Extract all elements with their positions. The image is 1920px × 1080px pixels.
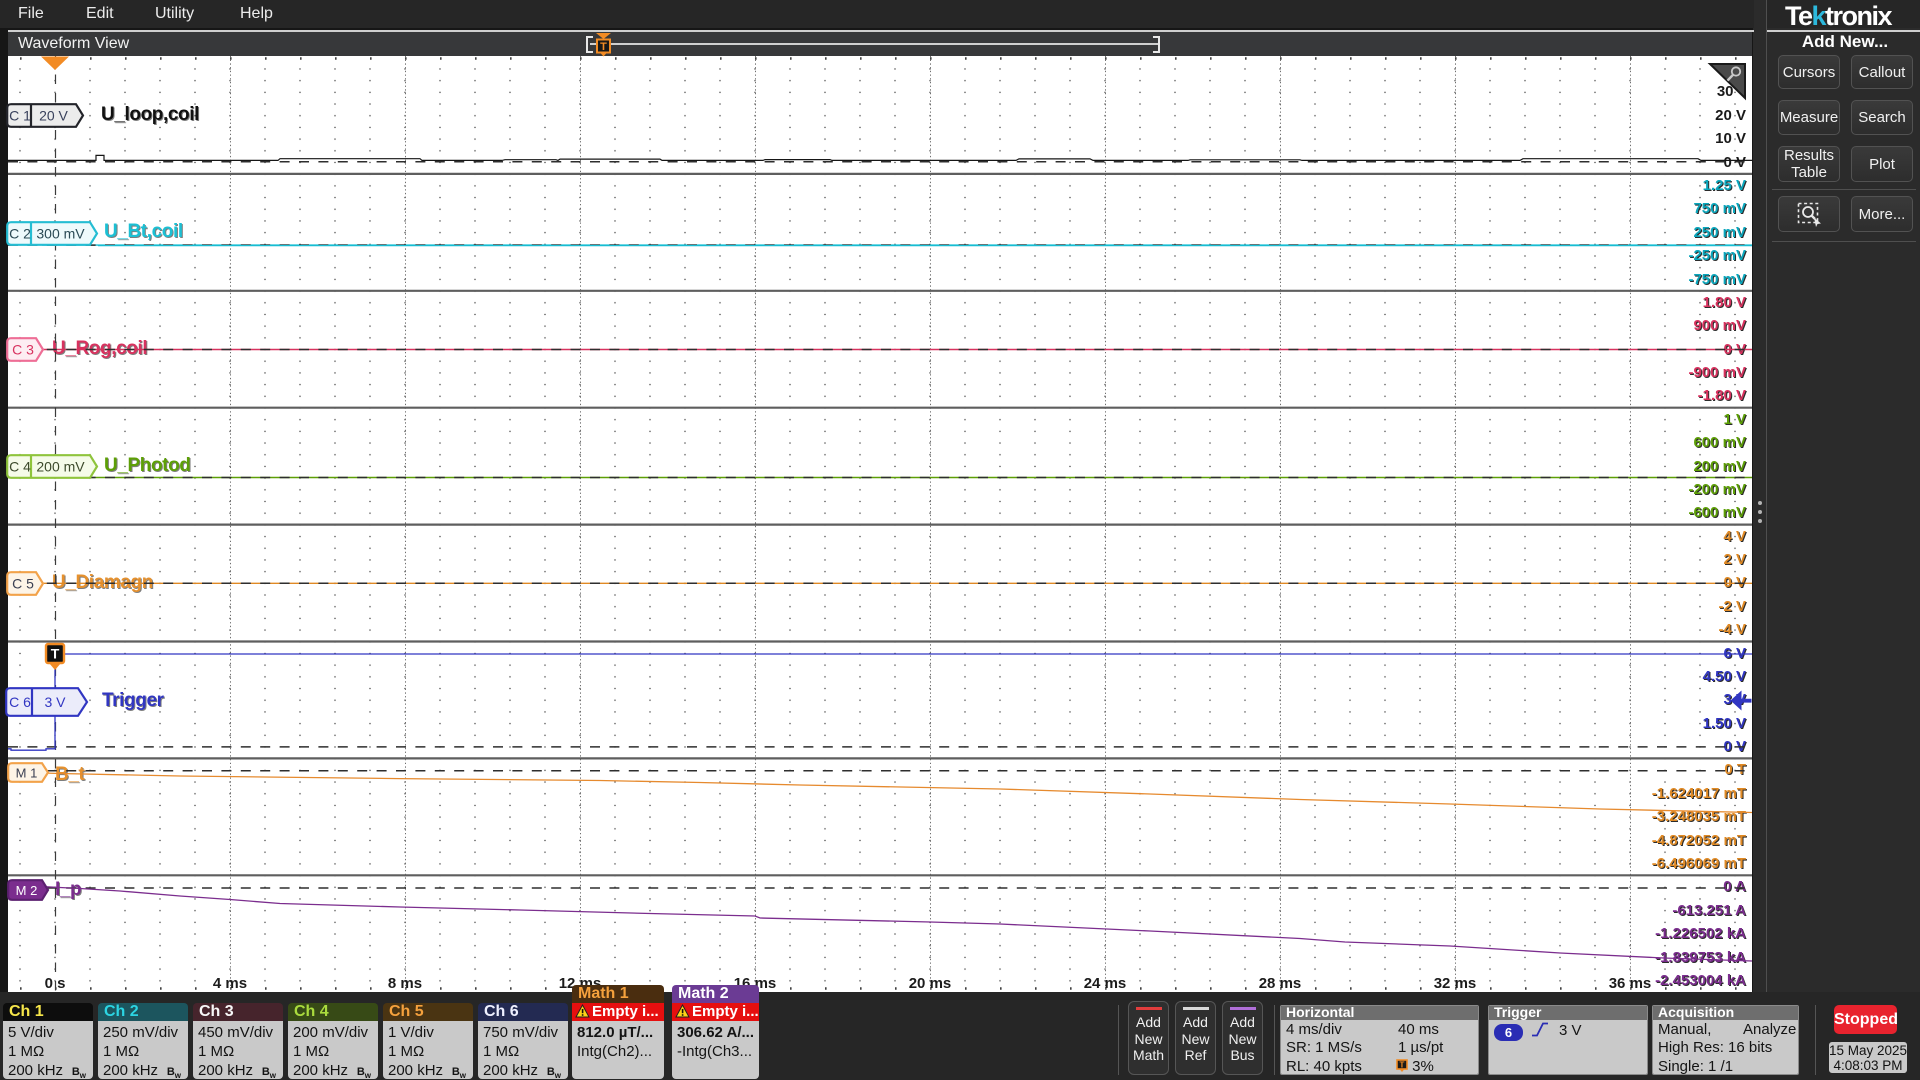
svg-text:M 2: M 2: [16, 883, 38, 898]
svg-text:T: T: [1400, 1060, 1405, 1069]
svg-text:M 1: M 1: [16, 766, 38, 781]
svg-text:C 3: C 3: [12, 342, 34, 358]
svg-text:3 V: 3 V: [44, 694, 66, 710]
svg-text:C 4: C 4: [9, 459, 31, 475]
svg-text:20 V: 20 V: [39, 108, 68, 124]
svg-text:T: T: [600, 41, 607, 53]
svg-text:C 1: C 1: [9, 108, 31, 124]
svg-text:C 2: C 2: [9, 226, 31, 242]
svg-text:300 mV: 300 mV: [36, 226, 85, 242]
svg-text:T: T: [51, 646, 60, 662]
svg-text:C 5: C 5: [12, 576, 34, 592]
svg-text:200 mV: 200 mV: [36, 459, 85, 475]
svg-text:C 6: C 6: [9, 694, 31, 710]
